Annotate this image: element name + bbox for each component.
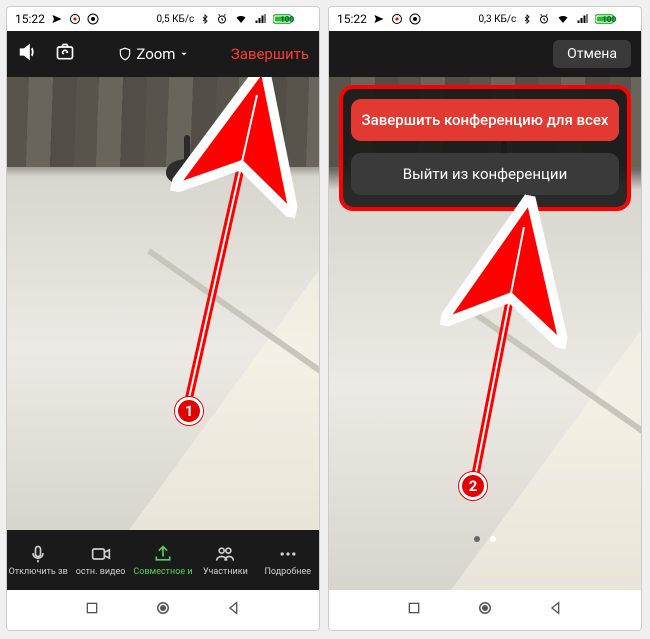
- zoom-label[interactable]: Zoom: [118, 45, 189, 63]
- bluetooth-icon: [522, 13, 532, 25]
- phone-left: 15:22 0,5 КБ/с 100 Zoom: [6, 6, 320, 631]
- nav-back-icon[interactable]: [226, 600, 242, 620]
- status-data-rate: 0,5 КБ/с: [156, 14, 194, 25]
- wifi-icon: [556, 13, 570, 25]
- leave-meeting-button[interactable]: Выйти из конференции: [351, 153, 619, 195]
- shield-icon: [118, 47, 132, 61]
- annotation-badge-2: 2: [459, 472, 487, 500]
- annotation-badge-1: 1: [175, 397, 203, 425]
- page-indicator: [329, 536, 641, 542]
- battery-indicator: 100: [595, 13, 633, 25]
- status-bar: 15:22 0,5 КБ/с 100: [7, 7, 319, 31]
- end-for-all-button[interactable]: Завершить конференцию для всех: [351, 99, 619, 141]
- status-data-rate: 0,3 КБ/с: [478, 14, 516, 25]
- end-meeting-button[interactable]: Завершить: [231, 45, 309, 63]
- cancel-button[interactable]: Отмена: [553, 40, 631, 68]
- zoom-top-bar: Zoom Завершить: [7, 31, 319, 77]
- signal-icon: [576, 13, 589, 25]
- status-time: 15:22: [337, 12, 367, 26]
- android-nav-bar: [329, 590, 641, 630]
- send-icon: [373, 13, 385, 25]
- alarm-icon: [538, 13, 550, 25]
- nav-back-icon[interactable]: [548, 600, 564, 620]
- alarm-icon: [216, 13, 228, 25]
- video-lamp: [162, 135, 212, 195]
- speaker-icon[interactable]: [17, 41, 39, 67]
- participants-button[interactable]: Участники: [195, 544, 255, 577]
- zoom-top-bar: Отмена: [329, 31, 641, 77]
- browser-icon: [391, 13, 403, 25]
- status-bar: 15:22 0,3 КБ/с 100: [329, 7, 641, 31]
- video-floor: [451, 330, 641, 590]
- share-button[interactable]: Совместное и: [133, 544, 193, 577]
- android-nav-bar: [7, 590, 319, 630]
- stop-video-button[interactable]: остн. видео: [71, 544, 131, 577]
- nav-recent-icon[interactable]: [406, 600, 422, 620]
- end-meeting-dialog: Завершить конференцию для всех Выйти из …: [339, 85, 631, 211]
- nav-home-icon[interactable]: [154, 599, 172, 621]
- signal-icon: [254, 13, 267, 25]
- video-area[interactable]: 1: [7, 77, 319, 530]
- video-floor: [129, 270, 319, 530]
- battery-indicator: 100: [273, 13, 311, 25]
- browser-icon: [69, 13, 81, 25]
- chrome-icon: [87, 13, 99, 25]
- bluetooth-icon: [200, 13, 210, 25]
- phone-right: 15:22 0,3 КБ/с 100 Отмена Завершить конф…: [328, 6, 642, 631]
- video-area[interactable]: Завершить конференцию для всех Выйти из …: [329, 77, 641, 590]
- chevron-down-icon: [179, 49, 189, 59]
- nav-recent-icon[interactable]: [84, 600, 100, 620]
- nav-home-icon[interactable]: [476, 599, 494, 621]
- wifi-icon: [234, 13, 248, 25]
- mute-button[interactable]: Отключить зв: [8, 544, 68, 577]
- more-button[interactable]: Подробнее: [258, 544, 318, 577]
- status-time: 15:22: [15, 12, 45, 26]
- send-icon: [51, 13, 63, 25]
- chrome-icon: [409, 13, 421, 25]
- switch-camera-icon[interactable]: [53, 42, 77, 66]
- zoom-bottom-bar: Отключить зв остн. видео Совместное и Уч…: [7, 530, 319, 590]
